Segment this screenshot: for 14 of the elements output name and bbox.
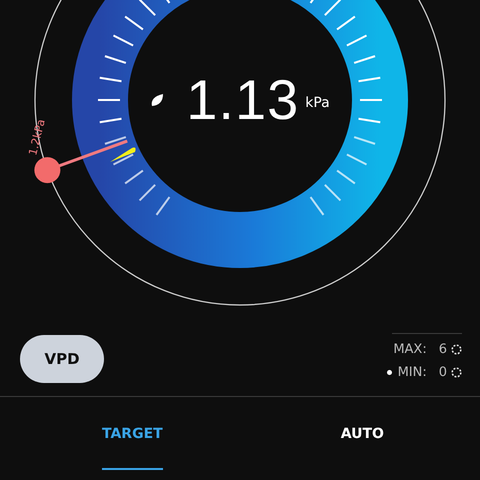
limit-value[interactable]: 0 bbox=[438, 365, 447, 380]
needle-icon bbox=[110, 148, 136, 162]
spinner-icon[interactable] bbox=[451, 344, 462, 355]
tab[interactable]: TARGET bbox=[102, 397, 163, 470]
reading-unit: kPa bbox=[305, 95, 330, 111]
limit-value[interactable]: 6 bbox=[438, 342, 447, 357]
mode-button[interactable]: VPD bbox=[20, 335, 104, 383]
spinner-icon[interactable] bbox=[451, 367, 462, 378]
limit-label: MIN: bbox=[398, 365, 427, 380]
tab[interactable]: AUTO bbox=[244, 397, 480, 470]
reading-value: 1.13 bbox=[186, 68, 300, 132]
target-label: 1.2kPa bbox=[26, 118, 48, 157]
limit-label: MAX: bbox=[393, 342, 427, 357]
leaf-icon bbox=[150, 93, 164, 107]
